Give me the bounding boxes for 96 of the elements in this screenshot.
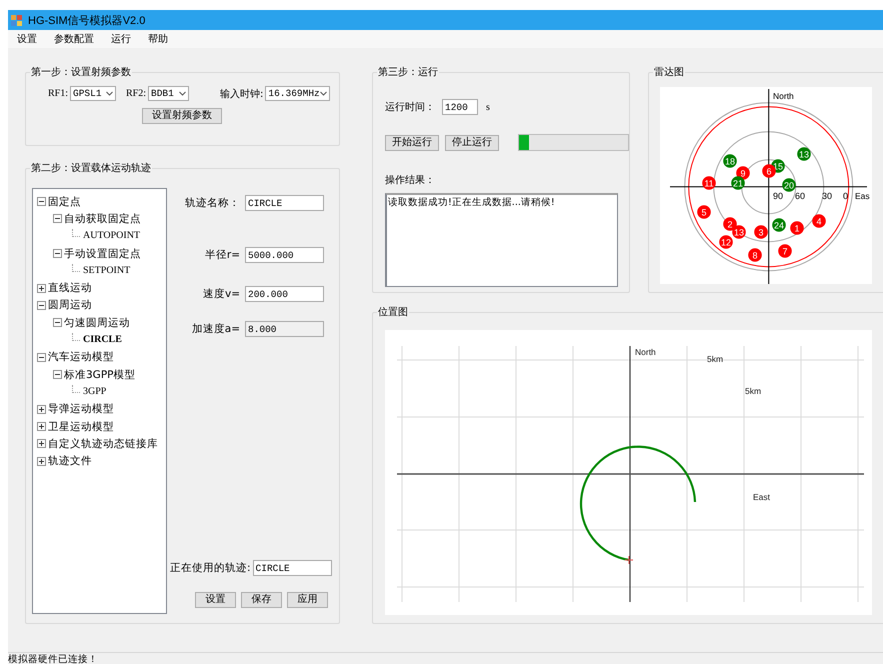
satellite-number: 6 (766, 166, 772, 176)
tree-item[interactable]: 自动获取固定点 (63, 212, 142, 226)
expand-icon[interactable] (37, 404, 46, 414)
expand-icon[interactable] (37, 439, 46, 448)
tree-item[interactable]: 固定点 (47, 194, 82, 209)
expand-icon[interactable] (37, 284, 46, 293)
satellite-number: 4 (816, 216, 822, 226)
input-field[interactable]: CIRCLE (252, 560, 332, 576)
elevation-label: 60 (795, 191, 806, 201)
satellite-number: 24 (774, 220, 784, 230)
scale-label: 5km (745, 386, 762, 396)
group-title: 雷达图 (654, 67, 684, 78)
tree-item[interactable]: AUTOPOINT (82, 229, 142, 244)
group-title: 位置图 (378, 307, 408, 318)
elevation-label: 30 (822, 191, 832, 201)
menu-item[interactable]: 运行 (109, 32, 133, 46)
collapse-icon[interactable] (37, 352, 46, 362)
group-title: 第三步：运行 (378, 67, 438, 78)
field-label: 速度v= (202, 287, 240, 301)
collapse-icon[interactable] (37, 197, 46, 206)
input-field[interactable]: 5000.000 (245, 247, 324, 263)
satellite-number: 1 (794, 223, 800, 234)
field-label: 半径r= (204, 248, 240, 262)
menu-item[interactable]: 设置 (15, 32, 39, 46)
satellite-number: 8 (752, 250, 758, 260)
tree-item[interactable]: SETPOINT (82, 264, 132, 278)
status-text: 模拟器硬件已连接！ (8, 654, 98, 664)
elevation-label: 0 (843, 191, 848, 201)
tree-item[interactable]: 汽车运动模型 (47, 350, 115, 364)
dropdown[interactable]: BDB1 (148, 86, 190, 101)
unit-label: s (486, 102, 490, 112)
action-button[interactable]: 设置 (195, 592, 236, 608)
satellite-number: 5 (702, 207, 706, 218)
menu-item[interactable]: 帮助 (146, 32, 170, 46)
input-field[interactable]: 1200 (442, 99, 478, 115)
elevation-label: 90 (773, 191, 784, 201)
tree-item[interactable]: CIRCLE (82, 333, 123, 348)
tree-item[interactable]: 手动设置固定点 (63, 246, 142, 261)
north-label: North (773, 91, 794, 101)
satellite-number: 3 (758, 227, 764, 238)
tree-item[interactable]: 标准3GPP模型 (63, 368, 136, 382)
tree-item[interactable]: 导弹运动模型 (47, 402, 115, 416)
tree-item[interactable]: 直线运动 (47, 281, 93, 296)
collapse-icon[interactable] (37, 300, 46, 310)
east-label: Eas (855, 191, 870, 201)
run-button[interactable]: 停止运行 (445, 134, 499, 150)
field-label: 运行时间： (385, 100, 435, 114)
satellite-number: 13 (734, 227, 744, 238)
collapse-icon[interactable] (53, 249, 62, 258)
north-label: North (635, 347, 656, 357)
collapse-icon[interactable] (53, 370, 62, 380)
expand-icon[interactable] (37, 456, 46, 466)
window-title: HG-SIM信号模拟器V2.0 (28, 14, 146, 28)
satellite-number: 21 (733, 178, 743, 188)
action-button[interactable]: 应用 (287, 592, 328, 608)
field-label: 加速度a= (190, 322, 240, 336)
field-label: 输入时钟: (220, 88, 264, 100)
expand-icon[interactable] (37, 422, 46, 431)
tree-item[interactable]: 匀速圆周运动 (63, 316, 131, 330)
field-label: 操作结果： (385, 174, 436, 187)
apply-button[interactable]: 设置射频参数 (142, 108, 222, 124)
scale-label: 5km (707, 354, 724, 364)
app-icon (11, 14, 22, 26)
collapse-icon[interactable] (53, 318, 62, 328)
tree-item[interactable]: 圆周运动 (47, 298, 93, 312)
chevron-icon (320, 91, 328, 96)
field-label: 正在使用的轨迹: (170, 561, 251, 575)
run-button[interactable]: 开始运行 (385, 134, 439, 150)
tree-item[interactable]: 3GPP (82, 384, 108, 399)
satellite-number: 11 (704, 178, 714, 188)
satellite-number: 2 (728, 219, 732, 230)
satellite-number: 12 (721, 237, 731, 248)
satellite-number: 20 (784, 180, 794, 190)
dropdown[interactable]: 16.369MHz (265, 86, 330, 101)
group-title: 第一步：设置射频参数 (31, 67, 131, 78)
field-label: 轨迹名称： (184, 196, 240, 210)
tree-item[interactable]: 自定义轨迹动态链接库 (47, 436, 159, 451)
chevron-icon (106, 91, 114, 96)
tree-item[interactable]: 卫星运动模型 (47, 420, 115, 434)
field-label: RF2: (126, 88, 146, 99)
east-label: East (753, 492, 770, 502)
satellite-number: 13 (799, 149, 809, 160)
satellite-number: 7 (782, 246, 788, 256)
start-marker (624, 556, 634, 564)
tree-item[interactable]: 轨迹文件 (47, 454, 93, 468)
chevron-icon (179, 91, 186, 96)
input-field[interactable]: 200.000 (245, 286, 324, 302)
collapse-icon[interactable] (53, 214, 62, 224)
input-field[interactable]: CIRCLE (245, 195, 324, 211)
satellite-number: 18 (725, 156, 735, 166)
menu-item[interactable]: 参数配置 (52, 32, 96, 46)
field-label: RF1: (48, 88, 68, 99)
output-field[interactable]: 读取数据成功!正在生成数据...请稍候! (385, 193, 618, 287)
action-button[interactable]: 保存 (241, 592, 282, 608)
dropdown[interactable]: GPSL1 (70, 86, 116, 101)
satellite-number: 9 (740, 168, 746, 178)
